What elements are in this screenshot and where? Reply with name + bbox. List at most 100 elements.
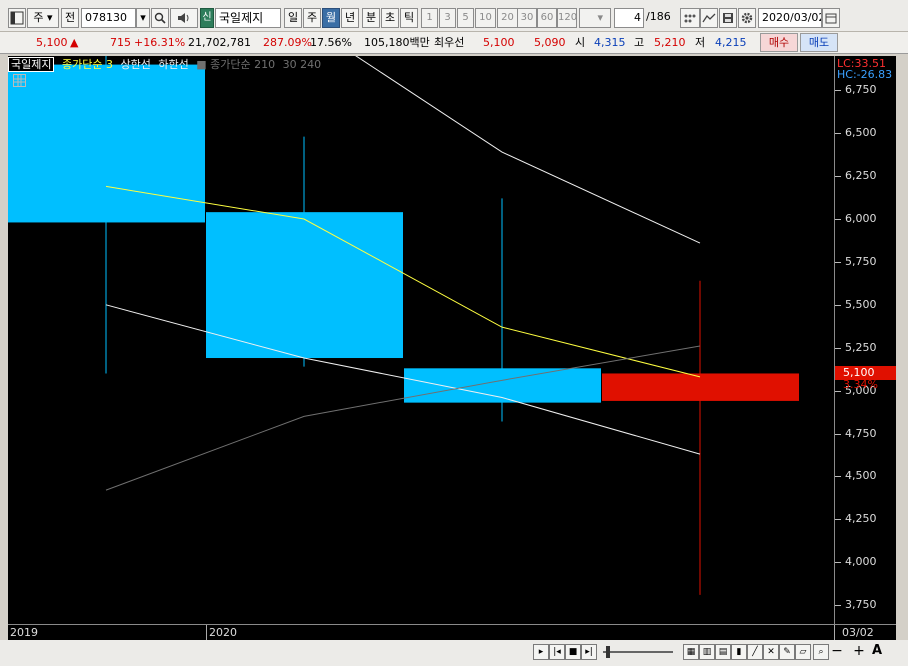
chart-right-edge bbox=[896, 56, 908, 640]
candle-body bbox=[602, 373, 799, 401]
page-index-input[interactable]: 4 bbox=[614, 8, 644, 28]
price-tick-mark bbox=[835, 133, 841, 135]
price-tick-mark bbox=[835, 390, 841, 392]
zoom-slider-handle[interactable] bbox=[606, 646, 610, 658]
unit-tab-second[interactable]: 초 bbox=[381, 8, 399, 28]
auto-scale-icon[interactable]: A bbox=[869, 644, 885, 660]
best-quote-label: 최우선 bbox=[434, 36, 465, 49]
price-tick-mark bbox=[835, 176, 841, 178]
zoom-slider[interactable] bbox=[603, 651, 673, 653]
price-tick-mark bbox=[835, 562, 841, 564]
jump-last-icon[interactable]: ▸| bbox=[581, 644, 597, 660]
price-tick-label: 4,000 bbox=[845, 555, 877, 569]
interval-1[interactable]: 1 bbox=[421, 8, 438, 28]
eraser-icon[interactable]: ▱ bbox=[795, 644, 811, 660]
buy-button[interactable]: 매수 bbox=[760, 33, 798, 52]
high-price: 5,210 bbox=[654, 36, 686, 49]
navigation-bar: ▸ |◂ ■ ▸| ▦ ▥ ▤ ▮ ╱ ✕ ✎ ▱ ⌕ − + A bbox=[0, 640, 908, 666]
code-dropdown-icon[interactable]: ▾ bbox=[136, 8, 150, 28]
unit-tab-tick[interactable]: 틱 bbox=[400, 8, 418, 28]
best-ask: 5,100 bbox=[483, 36, 515, 49]
time-axis: 2019 2020 03/02 bbox=[8, 624, 896, 641]
interval-30[interactable]: 30 bbox=[517, 8, 537, 28]
scroll-right-icon[interactable]: ▸ bbox=[533, 644, 549, 660]
candle-icon[interactable]: ▮ bbox=[731, 644, 747, 660]
new-badge: 신 bbox=[200, 8, 214, 28]
window-icon[interactable] bbox=[8, 8, 26, 28]
price-tick-label: 4,250 bbox=[845, 512, 877, 526]
cross-icon[interactable]: ✕ bbox=[763, 644, 779, 660]
stock-name-field[interactable]: 국일제지 bbox=[215, 8, 281, 28]
legend-upper: 상한선 bbox=[120, 58, 151, 71]
settings-gear-icon[interactable] bbox=[738, 8, 756, 28]
period-tab-week[interactable]: 주 bbox=[303, 8, 321, 28]
price-axis: LC:33.51 HC:-26.83 3,750 4,000 4,250 4,500 4… bbox=[834, 56, 897, 624]
interval-120[interactable]: 120 bbox=[557, 8, 577, 28]
period-tab-month[interactable]: 월 bbox=[322, 8, 340, 28]
speaker-icon[interactable] bbox=[170, 8, 198, 28]
overlay-icon[interactable] bbox=[680, 8, 700, 28]
price-tick-label: 6,750 bbox=[845, 83, 877, 97]
period-mode-select[interactable]: 주 ▾ bbox=[27, 8, 59, 28]
stop-icon[interactable]: ■ bbox=[565, 644, 581, 660]
calendar-icon[interactable] bbox=[822, 8, 840, 28]
stock-code-input[interactable]: 078130 bbox=[81, 8, 136, 28]
page-total: /186 bbox=[646, 10, 671, 23]
jump-first-icon[interactable]: |◂ bbox=[549, 644, 565, 660]
trend-icon[interactable] bbox=[700, 8, 718, 28]
chart-left-edge bbox=[0, 56, 8, 640]
zoom-out-icon[interactable]: − bbox=[829, 644, 845, 660]
x-label-date: 03/02 bbox=[842, 626, 874, 639]
price-tick-mark bbox=[835, 433, 841, 435]
period-tab-day[interactable]: 일 bbox=[284, 8, 302, 28]
interval-20[interactable]: 20 bbox=[497, 8, 518, 28]
up-arrow-icon: ▲ bbox=[70, 36, 79, 49]
open-label: 시 bbox=[575, 36, 586, 49]
draw-line-icon[interactable]: ╱ bbox=[747, 644, 763, 660]
zoom-icon[interactable]: ⌕ bbox=[813, 644, 829, 660]
price-tick-label: 6,500 bbox=[845, 126, 877, 140]
volume-ratio: 287.09% bbox=[263, 36, 312, 49]
interval-dropdown[interactable]: ▾ bbox=[579, 8, 611, 28]
table-icon[interactable]: ▤ bbox=[715, 644, 731, 660]
interval-5[interactable]: 5 bbox=[457, 8, 474, 28]
pen-icon[interactable]: ✎ bbox=[779, 644, 795, 660]
x-divider bbox=[206, 625, 207, 641]
price-chart[interactable] bbox=[8, 56, 834, 624]
price-tick-label: 6,000 bbox=[845, 212, 877, 226]
price-tick-label: 5,250 bbox=[845, 340, 877, 354]
chart-toolbar: 주 ▾ 전 078130 ▾ 신 국일제지 일 주 월 년 분 초 틱 1 3 … bbox=[0, 0, 908, 32]
unit-tab-minute[interactable]: 분 bbox=[362, 8, 380, 28]
price-change: 715 bbox=[110, 36, 131, 49]
grid-toggle-icon[interactable] bbox=[13, 74, 26, 87]
zoom-in-icon[interactable]: + bbox=[851, 644, 867, 660]
save-icon[interactable] bbox=[719, 8, 737, 28]
period-tab-year[interactable]: 년 bbox=[341, 8, 359, 28]
x-axis-corner bbox=[834, 625, 835, 641]
x-label-2019: 2019 bbox=[10, 626, 38, 639]
legend-lower: 하한선 bbox=[158, 58, 189, 71]
price-tick-mark bbox=[835, 261, 841, 263]
price-tick-mark bbox=[835, 347, 841, 349]
last-pct-tag: 3.34% bbox=[843, 378, 878, 392]
price-tick-label: 4,750 bbox=[845, 426, 877, 440]
volume: 21,702,781 bbox=[188, 36, 251, 49]
interval-60[interactable]: 60 bbox=[537, 8, 557, 28]
candle-body bbox=[206, 212, 403, 359]
price-tick-mark bbox=[835, 90, 841, 92]
price-tick-label: 4,500 bbox=[845, 469, 877, 483]
sell-button[interactable]: 매도 bbox=[800, 33, 838, 52]
interval-10[interactable]: 10 bbox=[475, 8, 496, 28]
x-label-2020: 2020 bbox=[209, 626, 237, 639]
price-tick-mark bbox=[835, 605, 841, 607]
date-input[interactable]: 2020/03/02 bbox=[758, 8, 822, 28]
search-icon[interactable] bbox=[151, 8, 169, 28]
interval-3[interactable]: 3 bbox=[439, 8, 456, 28]
best-bid: 5,090 bbox=[534, 36, 566, 49]
prev-button[interactable]: 전 bbox=[61, 8, 79, 28]
price-tick-mark bbox=[835, 219, 841, 221]
turnover-rate: 17.56% bbox=[310, 36, 352, 49]
layout-icon[interactable]: ▦ bbox=[683, 644, 699, 660]
chart-legend: 국일제지 종가단순 3 상한선 하한선 ■ 종가단순 210 30 240 bbox=[8, 56, 329, 72]
split-icon[interactable]: ▥ bbox=[699, 644, 715, 660]
